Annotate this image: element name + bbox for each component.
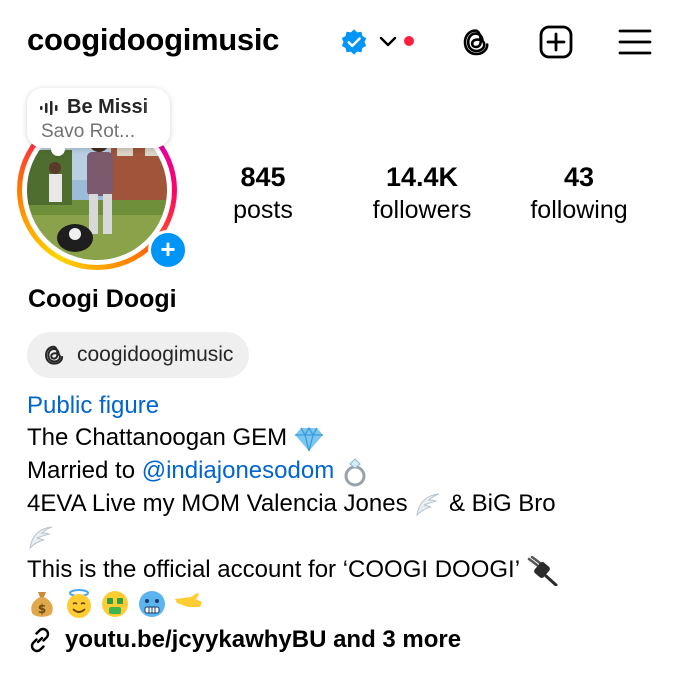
- create-post-icon[interactable]: [538, 24, 574, 60]
- notification-dot: [404, 36, 414, 46]
- followers-count: 14.4K: [385, 162, 459, 192]
- threads-handle: coogidoogimusic: [77, 343, 234, 366]
- bio-line: This is the official account for ‘COOGI …: [27, 553, 558, 586]
- bio-emoji-line: $: [27, 586, 204, 619]
- angel-wing-emoji-icon: [27, 524, 55, 552]
- bio-text: This is the official account for ‘COOGI …: [27, 556, 520, 583]
- username-title[interactable]: coogidoogimusic: [27, 22, 279, 58]
- mention-link[interactable]: @indiajonesodom: [142, 457, 334, 484]
- bio-line: 4EVA Live my MOM Valencia Jones & BiG Br…: [27, 487, 556, 520]
- posts-stat[interactable]: 845 posts: [210, 160, 316, 226]
- posts-count: 845: [240, 162, 286, 192]
- external-links[interactable]: youtu.be/jcyykawhyBU and 3 more: [27, 626, 461, 654]
- threads-profile-link[interactable]: coogidoogimusic: [27, 332, 250, 378]
- angel-wing-emoji-icon: [414, 491, 442, 519]
- note-song-title: Be Missi: [67, 96, 149, 118]
- menu-icon[interactable]: [617, 24, 653, 60]
- note-artist: Savo Rot...: [41, 121, 135, 142]
- svg-text:$: $: [38, 602, 46, 616]
- bio-line: Married to @indiajonesodom: [27, 454, 369, 487]
- followers-label: followers: [372, 196, 472, 224]
- money-bag-emoji-icon: $: [27, 589, 57, 619]
- following-count: 43: [563, 162, 595, 192]
- threads-icon[interactable]: [458, 24, 494, 60]
- cold-face-emoji-icon: [137, 589, 167, 619]
- plug-emoji-icon: [526, 555, 558, 586]
- bio-line: [27, 520, 55, 553]
- music-note-bubble[interactable]: Be Missi Savo Rot...: [27, 88, 170, 156]
- halo-face-emoji-icon: [64, 588, 94, 619]
- display-name: Coogi Doogi: [28, 285, 177, 313]
- ring-emoji-icon: [341, 457, 369, 487]
- profile-header: coogidoogimusic: [0, 0, 680, 86]
- money-mouth-face-emoji-icon: [100, 589, 130, 619]
- add-story-button[interactable]: +: [148, 230, 188, 270]
- saluting-hand-emoji-icon: [174, 589, 204, 619]
- following-label: following: [530, 196, 628, 224]
- bio-text: 4EVA Live my MOM Valencia Jones: [27, 490, 408, 517]
- following-stat[interactable]: 43 following: [514, 160, 644, 226]
- links-summary[interactable]: youtu.be/jcyykawhyBU and 3 more: [65, 626, 461, 654]
- followers-stat[interactable]: 14.4K followers: [352, 160, 492, 226]
- threads-icon: [45, 345, 64, 365]
- audio-bars-icon: [40, 101, 58, 115]
- verified-badge-icon: [341, 29, 367, 55]
- gem-emoji-icon: [294, 426, 324, 452]
- chevron-down-icon[interactable]: [378, 34, 398, 50]
- link-icon: [30, 627, 50, 653]
- category-label: Public figure: [27, 392, 160, 419]
- posts-label: posts: [233, 196, 293, 224]
- bio-text: Married to: [27, 457, 142, 484]
- bio-text: The Chattanoogan GEM: [27, 424, 288, 451]
- bio-line: The Chattanoogan GEM: [27, 421, 324, 454]
- bio-text: & BiG Bro: [442, 490, 556, 517]
